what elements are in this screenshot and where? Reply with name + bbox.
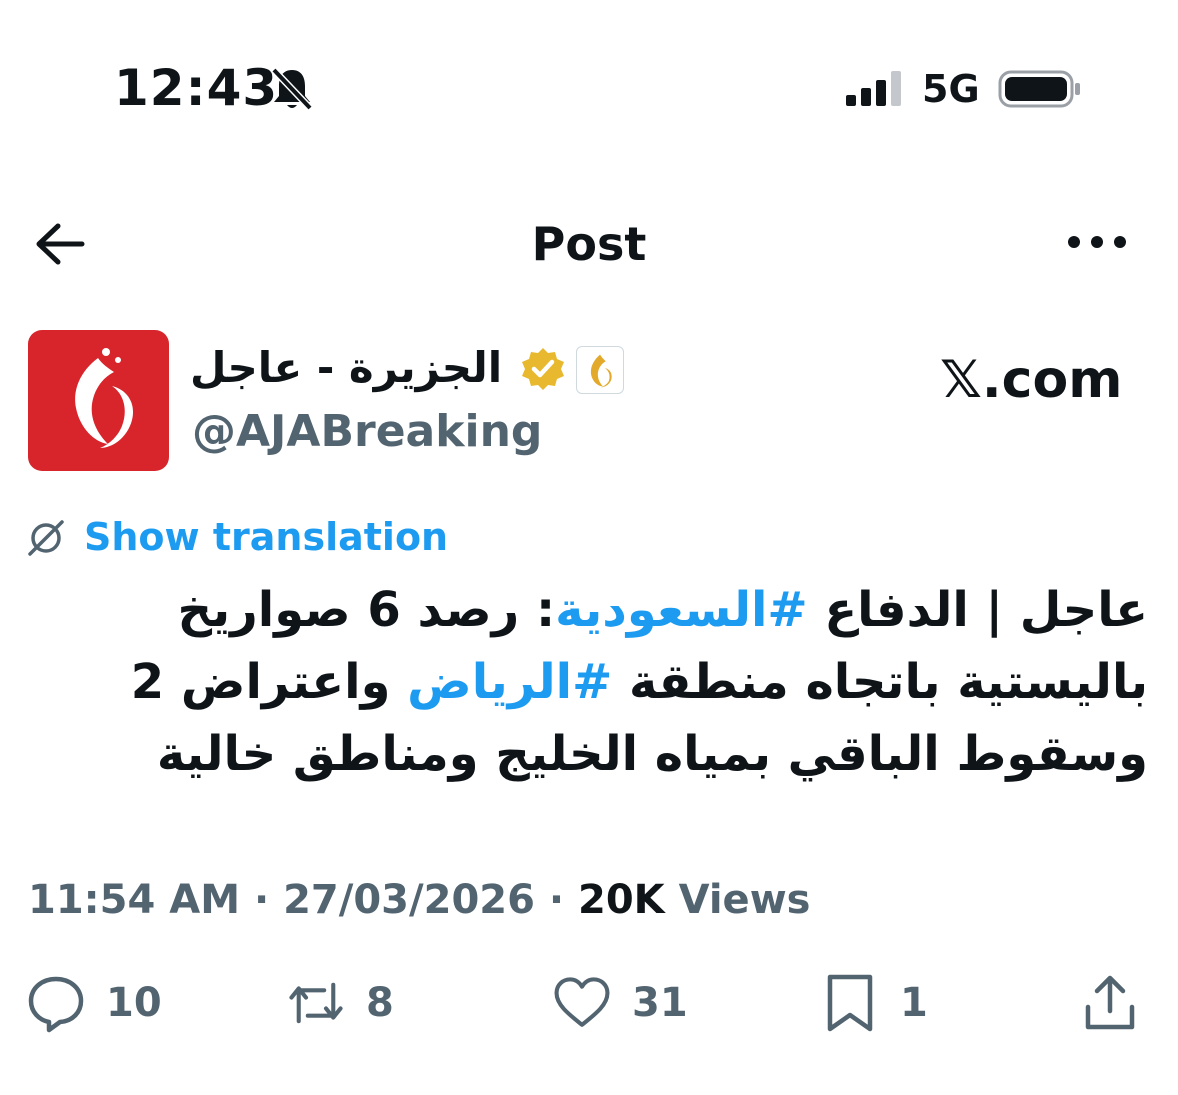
reply-count: 10	[106, 980, 162, 1026]
translate-globe-icon	[26, 518, 66, 558]
post-meta: 11:54 AM · 27/03/2026 · 20K Views	[28, 877, 811, 923]
avatar[interactable]	[28, 330, 169, 471]
tweet-text: عاجل | الدفاع #السعودية: رصد 6 صواريخ با…	[18, 574, 1148, 790]
share-icon	[1085, 975, 1135, 1030]
views-count: 20K	[577, 877, 665, 923]
more-icon	[1068, 236, 1126, 248]
show-translation-link[interactable]: Show translation	[84, 512, 448, 562]
author-handle[interactable]: @AJABreaking	[192, 404, 542, 460]
like-count: 31	[632, 980, 688, 1026]
heart-icon	[554, 977, 610, 1027]
affiliate-badge-icon[interactable]	[576, 346, 624, 394]
repost-button[interactable]: 8	[286, 970, 394, 1036]
page-title: Post	[531, 217, 647, 271]
hashtag-link[interactable]: #الرياض	[407, 654, 612, 710]
network-type: 5G	[922, 67, 980, 111]
verified-badge-icon[interactable]	[519, 346, 567, 394]
bookmark-button[interactable]: 1	[820, 970, 928, 1036]
bookmark-count: 1	[900, 980, 928, 1026]
more-button[interactable]	[1066, 230, 1128, 254]
post-date[interactable]: 27/03/2026	[283, 877, 535, 923]
battery-icon	[998, 68, 1082, 110]
aljazeera-logo-icon	[75, 348, 134, 448]
repost-count: 8	[366, 980, 394, 1026]
share-button[interactable]	[1080, 970, 1140, 1036]
repost-icon	[289, 982, 343, 1024]
reply-button[interactable]: 10	[26, 970, 162, 1036]
post-time[interactable]: 11:54 AM	[28, 877, 240, 923]
like-button[interactable]: 31	[552, 970, 688, 1036]
x-com-watermark: 𝕏.com	[940, 350, 1123, 410]
author-name[interactable]: الجزيرة - عاجل	[190, 340, 502, 396]
bell-muted-icon	[268, 66, 316, 112]
hashtag-link[interactable]: #السعودية	[555, 582, 808, 638]
reply-icon	[28, 976, 84, 1033]
tweet-text-part: عاجل | الدفاع	[807, 582, 1148, 638]
signal-icon	[846, 70, 906, 106]
bookmark-icon	[827, 974, 873, 1032]
status-time: 12:43	[114, 59, 279, 117]
views-label: Views	[678, 877, 811, 923]
